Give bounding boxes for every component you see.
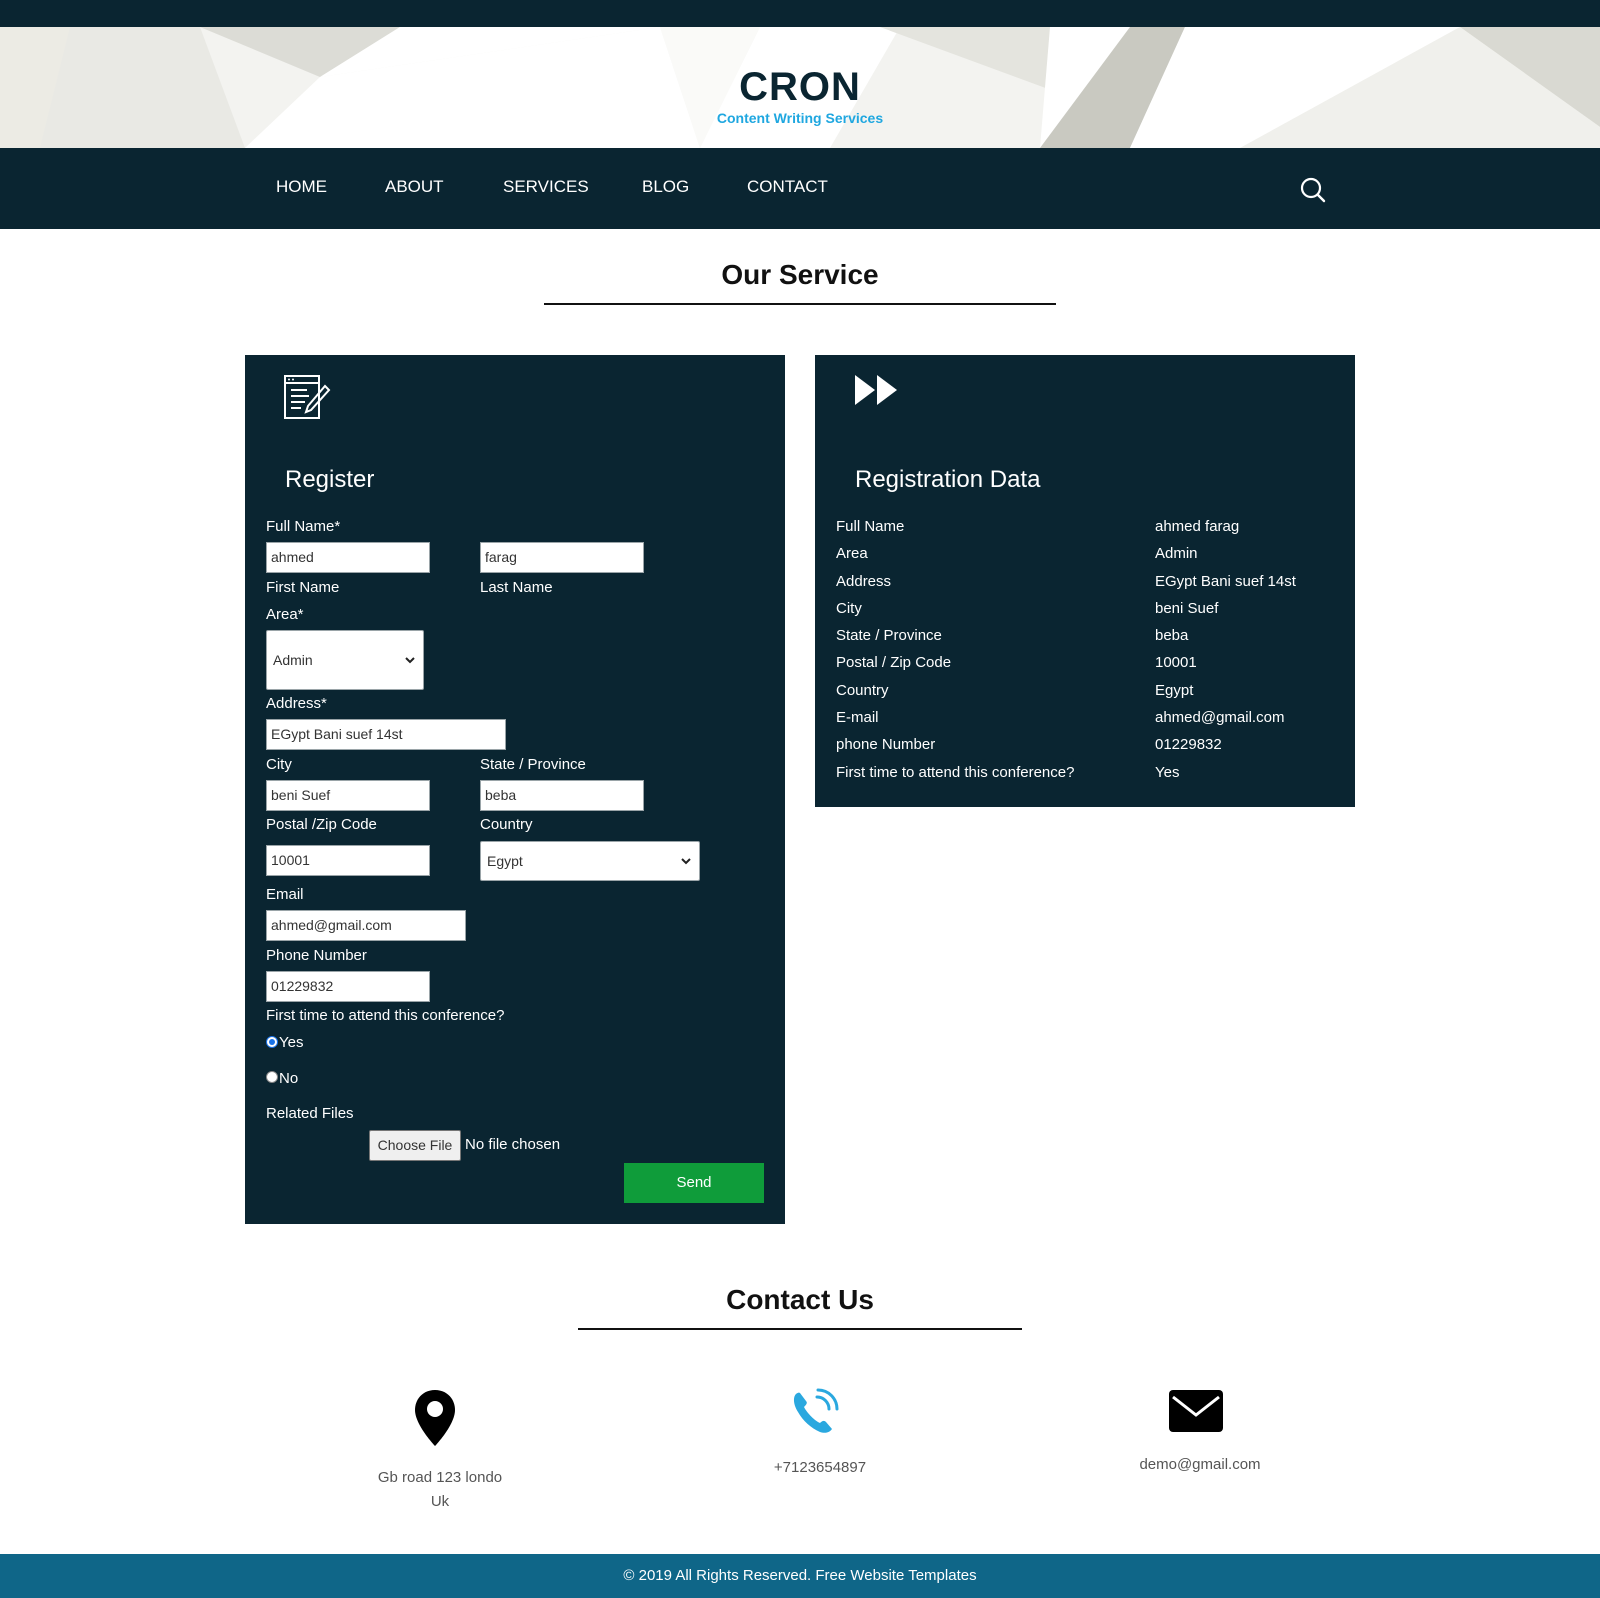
data-label: Postal / Zip Code xyxy=(836,654,952,671)
city-label: City xyxy=(266,756,292,773)
contact-section-title: Contact Us xyxy=(726,1284,874,1315)
brand: CRON Content Writing Services xyxy=(0,67,1600,126)
data-value: Egypt xyxy=(1155,682,1194,699)
nav-about[interactable]: ABOUT xyxy=(385,177,444,197)
choose-file-button[interactable]: Choose File xyxy=(369,1130,461,1161)
data-label: Country xyxy=(836,682,889,699)
data-value: ahmed@gmail.com xyxy=(1155,709,1285,726)
contact-address: Gb road 123 londo Uk xyxy=(340,1466,540,1514)
search-icon[interactable] xyxy=(1299,176,1327,204)
main-nav: HOME ABOUT SERVICES BLOG CONTACT xyxy=(0,148,1600,229)
email-input[interactable]: ahmed@gmail.com xyxy=(266,910,466,941)
chevron-down-icon xyxy=(405,657,415,664)
envelope-icon[interactable] xyxy=(1168,1389,1224,1433)
nav-home[interactable]: HOME xyxy=(276,177,327,197)
address-line-2: Uk xyxy=(430,1493,450,1510)
postal-label: Postal /Zip Code xyxy=(266,816,377,833)
contact-email[interactable]: demo@gmail.com xyxy=(1100,1453,1300,1477)
service-section-title: Our Service xyxy=(721,259,879,290)
data-label: State / Province xyxy=(836,627,942,644)
brand-name[interactable]: CRON xyxy=(0,67,1600,107)
phone-icon[interactable] xyxy=(790,1388,840,1436)
data-label: phone Number xyxy=(836,736,936,753)
address-line-1: Gb road 123 londo xyxy=(377,1469,503,1486)
country-select[interactable]: Egypt xyxy=(480,841,700,881)
contact-phone[interactable]: +7123654897 xyxy=(720,1456,920,1480)
first-time-label: First time to attend this conference? xyxy=(266,1007,505,1024)
phone-label: Phone Number xyxy=(266,947,367,964)
area-label: Area* xyxy=(266,606,304,623)
country-select-value: Egypt xyxy=(487,853,523,869)
registration-data-title: Registration Data xyxy=(855,466,1041,493)
data-value: Admin xyxy=(1155,545,1198,562)
data-value: beni Suef xyxy=(1155,600,1219,617)
no-radio[interactable] xyxy=(266,1071,278,1083)
state-label: State / Province xyxy=(480,756,586,773)
footer: © 2019 All Rights Reserved. Free Website… xyxy=(0,1554,1600,1598)
contact-title-underline xyxy=(578,1328,1022,1330)
data-label: City xyxy=(836,600,862,617)
nav-blog[interactable]: BLOG xyxy=(642,177,689,197)
first-name-label: First Name xyxy=(266,579,340,596)
register-title: Register xyxy=(285,466,375,493)
location-pin-icon xyxy=(415,1390,455,1446)
data-value: Yes xyxy=(1155,764,1180,781)
no-file-chosen-text: No file chosen xyxy=(465,1136,561,1153)
no-label: No xyxy=(279,1070,299,1087)
state-input[interactable]: beba xyxy=(480,780,644,811)
address-input[interactable]: EGypt Bani suef 14st xyxy=(266,719,506,750)
chevron-down-icon xyxy=(681,858,691,865)
data-value: ahmed farag xyxy=(1155,518,1240,535)
phone-input[interactable]: 01229832 xyxy=(266,971,430,1002)
last-name-input[interactable]: farag xyxy=(480,542,644,573)
data-value: 01229832 xyxy=(1155,736,1222,753)
first-name-input[interactable]: ahmed xyxy=(266,542,430,573)
related-files-label: Related Files xyxy=(266,1105,354,1122)
brand-tagline: Content Writing Services xyxy=(716,110,884,126)
data-label: Area xyxy=(836,545,868,562)
nav-services[interactable]: SERVICES xyxy=(503,177,589,197)
address-label: Address* xyxy=(266,695,327,712)
service-title-underline xyxy=(544,303,1056,305)
yes-label: Yes xyxy=(279,1034,304,1051)
yes-radio[interactable] xyxy=(266,1036,278,1048)
top-bar xyxy=(0,0,1600,27)
data-label: Address xyxy=(836,573,892,590)
data-value: 10001 xyxy=(1155,654,1197,671)
city-input[interactable]: beni Suef xyxy=(266,780,430,811)
header-banner: CRON Content Writing Services xyxy=(0,27,1600,148)
data-value: beba xyxy=(1155,627,1189,644)
country-label: Country xyxy=(480,816,533,833)
data-value: EGypt Bani suef 14st xyxy=(1155,573,1296,590)
send-button[interactable]: Send xyxy=(624,1163,764,1203)
data-label: E-mail xyxy=(836,709,879,726)
postal-input[interactable]: 10001 xyxy=(266,845,430,876)
last-name-label: Last Name xyxy=(480,579,553,596)
document-edit-icon xyxy=(284,375,331,419)
area-select[interactable]: Admin xyxy=(266,630,424,690)
nav-contact[interactable]: CONTACT xyxy=(747,177,828,197)
full-name-label: Full Name* xyxy=(266,518,341,535)
data-label: Full Name xyxy=(836,518,905,535)
area-select-value: Admin xyxy=(273,652,313,668)
data-label: First time to attend this conference? xyxy=(836,764,1075,781)
email-label: Email xyxy=(266,886,304,903)
fast-forward-icon xyxy=(855,375,897,405)
